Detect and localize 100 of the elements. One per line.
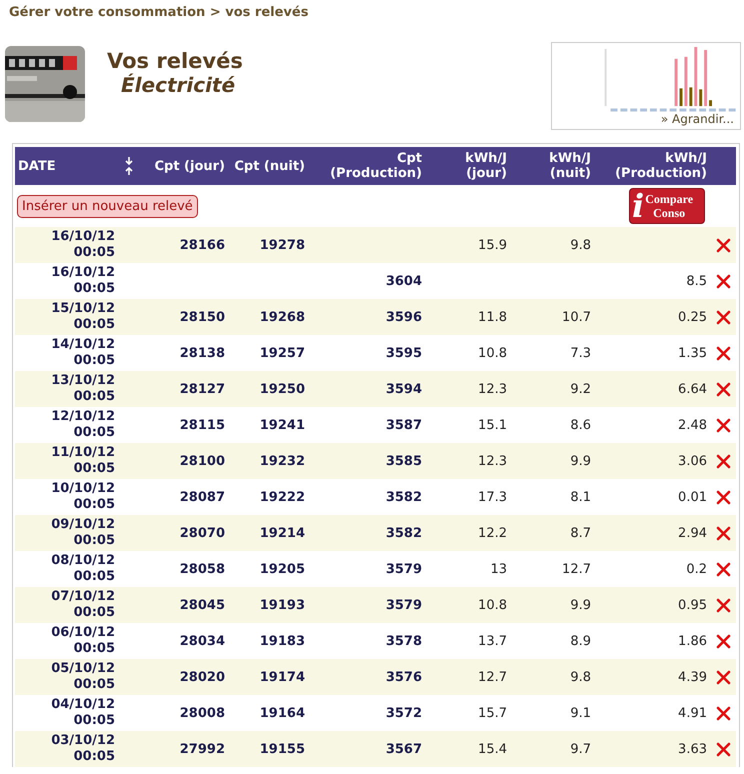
table-cell-text: 3572 xyxy=(384,706,423,720)
table-cell-text: 28115 xyxy=(178,418,226,432)
delete-icon[interactable] xyxy=(716,346,731,360)
table-cell-text: 19232 xyxy=(258,454,306,468)
table-cell-text: 12.3 xyxy=(477,382,508,396)
date-cell-text: 06/10/12 00:05 xyxy=(50,625,116,657)
table-cell-text: 19222 xyxy=(258,490,306,504)
table-cell-text: 7.3 xyxy=(569,346,592,360)
table-cell-text: 1.35 xyxy=(677,346,708,360)
table-cell-text: 11.8 xyxy=(477,310,508,324)
table-cell-text: 19174 xyxy=(258,670,306,684)
table-cell-text: 17.3 xyxy=(477,490,508,504)
table-cell-text: 6.64 xyxy=(677,382,708,396)
table-cell-text: 12.7 xyxy=(561,562,592,576)
table-cell-text: 19241 xyxy=(258,418,306,432)
date-cell-text: 11/10/12 00:05 xyxy=(50,445,116,477)
table-cell-text: 9.1 xyxy=(569,706,592,720)
delete-icon[interactable] xyxy=(716,418,731,432)
breadcrumb: Gérer votre consommation > vos relevés xyxy=(8,4,310,22)
table-cell-text: 28034 xyxy=(178,634,226,648)
table-cell-text: 28138 xyxy=(178,346,226,360)
delete-icon[interactable] xyxy=(716,562,731,576)
table-cell-text: 1.86 xyxy=(677,634,708,648)
page-title: Vos relevés xyxy=(107,49,243,73)
table-cell-text: 19164 xyxy=(258,706,306,720)
table-cell-text: 3576 xyxy=(384,670,423,684)
table-cell-text: 3579 xyxy=(384,598,423,612)
table-cell-text: 10.8 xyxy=(477,346,508,360)
table-cell-text: 4.39 xyxy=(677,670,708,684)
table-cell-text: 2.94 xyxy=(677,526,708,540)
table-cell-text: 15.4 xyxy=(477,742,508,756)
date-cell-text: 09/10/12 00:05 xyxy=(50,517,116,549)
delete-icon[interactable] xyxy=(716,598,731,612)
table-cell-text: 15.9 xyxy=(477,238,508,252)
date-cell-text: 13/10/12 00:05 xyxy=(50,373,116,405)
table-cell-text: 28070 xyxy=(178,526,226,540)
table-cell-text: 28020 xyxy=(178,670,226,684)
table-cell-text: 3578 xyxy=(384,634,423,648)
date-cell-text: 16/10/12 00:05 xyxy=(50,265,116,297)
table-cell-text: 0.95 xyxy=(677,598,708,612)
delete-icon[interactable] xyxy=(716,634,731,648)
table-cell-text: 8.1 xyxy=(569,490,592,504)
insert-reading-button[interactable]: Insérer un nouveau relevé xyxy=(17,194,198,218)
table-cell-text: 28087 xyxy=(178,490,226,504)
table-cell-text: 19278 xyxy=(258,238,306,252)
table-cell-text: 19193 xyxy=(258,598,306,612)
delete-icon[interactable] xyxy=(716,238,731,252)
table-cell-text: 13.7 xyxy=(477,634,508,648)
table-cell-text: 28127 xyxy=(178,382,226,396)
table-cell-text: 3595 xyxy=(384,346,423,360)
column-header: Cpt (jour) xyxy=(153,158,226,174)
column-header: Cpt (nuit) xyxy=(233,158,306,174)
table-cell-text: 2.48 xyxy=(677,418,708,432)
table-cell-text: 3582 xyxy=(384,526,423,540)
sort-icon[interactable] xyxy=(124,156,134,176)
date-cell-text: 15/10/12 00:05 xyxy=(50,301,116,333)
table-cell-text: 3579 xyxy=(384,562,423,576)
delete-icon[interactable] xyxy=(716,454,731,468)
table-cell-text: 19250 xyxy=(258,382,306,396)
date-cell-text: 07/10/12 00:05 xyxy=(50,589,116,621)
table-cell-text: 12.2 xyxy=(477,526,508,540)
table-cell-text: 9.9 xyxy=(569,454,592,468)
table-cell-text: 10.7 xyxy=(561,310,592,324)
table-cell-text: 19214 xyxy=(258,526,306,540)
delete-icon[interactable] xyxy=(716,310,731,324)
table-cell-text: 9.9 xyxy=(569,598,592,612)
date-cell-text: 10/10/12 00:05 xyxy=(50,481,116,513)
delete-icon[interactable] xyxy=(716,274,731,288)
table-cell-text: 28100 xyxy=(178,454,226,468)
column-header: kWh/J (nuit) xyxy=(548,151,592,181)
table-cell-text: 3.06 xyxy=(677,454,708,468)
table-cell-text: 8.5 xyxy=(685,274,708,288)
table-cell-text: 12.7 xyxy=(477,670,508,684)
delete-icon[interactable] xyxy=(716,670,731,684)
date-cell-text: 05/10/12 00:05 xyxy=(50,661,116,693)
table-cell-text: 3585 xyxy=(384,454,423,468)
table-cell-text: 19183 xyxy=(258,634,306,648)
date-cell-text: 16/10/12 00:05 xyxy=(50,229,116,261)
table-cell-text: 3567 xyxy=(384,742,423,756)
table-cell-text: 8.6 xyxy=(569,418,592,432)
table-cell-text: 19155 xyxy=(258,742,306,756)
table-cell-text: 28166 xyxy=(178,238,226,252)
delete-icon[interactable] xyxy=(716,490,731,504)
table-cell-text: 27992 xyxy=(178,742,226,756)
column-header: Cpt (Production) xyxy=(329,151,423,181)
table-cell-text: 12.3 xyxy=(477,454,508,468)
enlarge-link[interactable]: » Agrandir... xyxy=(660,112,734,126)
table-cell-text: 19205 xyxy=(258,562,306,576)
table-cell-text: 3594 xyxy=(384,382,423,396)
table-cell-text: 3604 xyxy=(384,274,423,288)
delete-icon[interactable] xyxy=(716,526,731,540)
table-cell-text: 19257 xyxy=(258,346,306,360)
delete-icon[interactable] xyxy=(716,706,731,720)
table-cell-text: 19268 xyxy=(258,310,306,324)
delete-icon[interactable] xyxy=(716,742,731,756)
table-cell-text: 3587 xyxy=(384,418,423,432)
table-cell-text: 8.9 xyxy=(569,634,592,648)
table-cell-text: 9.8 xyxy=(569,238,592,252)
table-cell-text: 8.7 xyxy=(569,526,592,540)
delete-icon[interactable] xyxy=(716,382,731,396)
